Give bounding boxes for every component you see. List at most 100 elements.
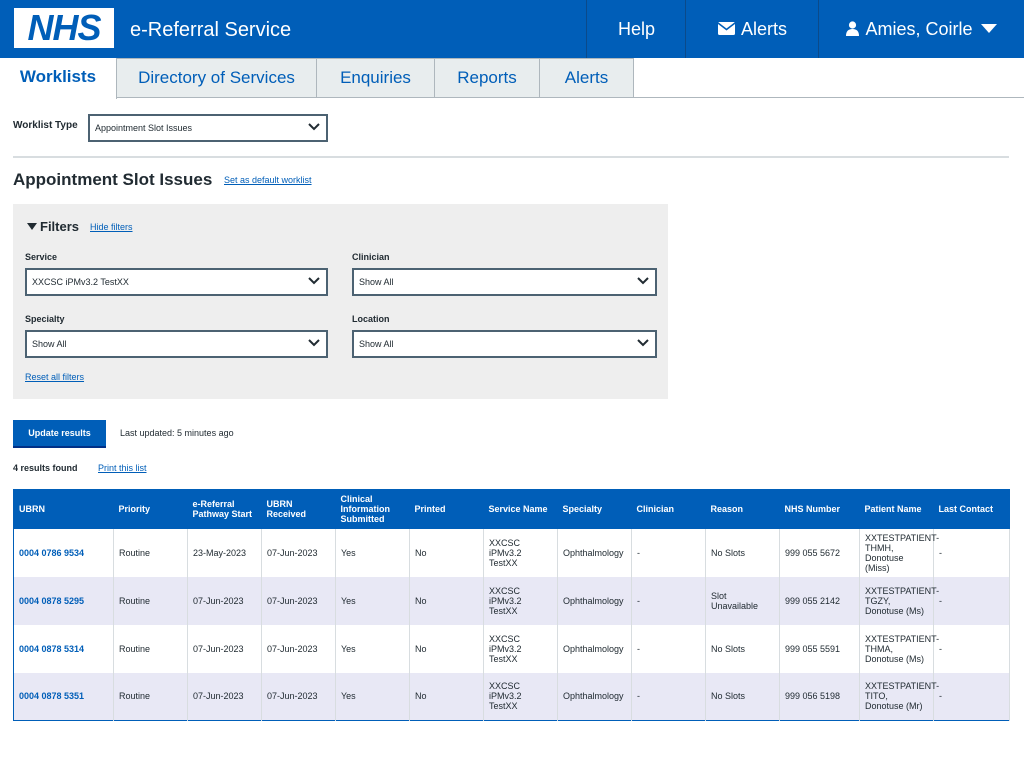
tab-alerts[interactable]: Alerts xyxy=(540,58,634,98)
location-filter-select[interactable]: Show All xyxy=(352,330,657,358)
chevron-down-icon xyxy=(308,339,320,347)
column-header-priority[interactable]: Priority xyxy=(113,489,188,529)
reset-filters-link[interactable]: Reset all filters xyxy=(25,372,84,382)
ubrn-received-cell: 07-Jun-2023 xyxy=(261,624,336,673)
specialty-filter-select[interactable]: Show All xyxy=(25,330,328,358)
ubrn-link[interactable]: 0004 0878 5314 xyxy=(13,624,114,673)
priority-cell: Routine xyxy=(113,624,188,673)
envelope-icon xyxy=(717,21,736,35)
column-header-printed[interactable]: Printed xyxy=(409,489,484,529)
clinical-info-cell: Yes xyxy=(335,672,410,721)
service-filter-value: XXCSC iPMv3.2 TestXX xyxy=(32,277,129,287)
printed-cell: No xyxy=(409,672,484,721)
nhs-logo[interactable]: NHS xyxy=(14,8,114,48)
update-results-button[interactable]: Update results xyxy=(13,420,106,448)
specialty-filter-label: Specialty xyxy=(25,314,65,324)
printed-cell: No xyxy=(409,624,484,673)
ubrn-received-cell: 07-Jun-2023 xyxy=(261,528,336,577)
service-name-cell: XXCSC iPMv3.2 TestXX xyxy=(483,528,558,577)
column-header-ubrn-received[interactable]: UBRN Received xyxy=(261,489,336,529)
section-divider xyxy=(13,156,1009,158)
clinician-filter-value: Show All xyxy=(359,277,394,287)
chevron-down-icon xyxy=(308,123,320,131)
tab-enquiries[interactable]: Enquiries xyxy=(317,58,435,98)
worklist-type-select[interactable]: Appointment Slot Issues xyxy=(88,114,328,142)
last-updated-text: Last updated: 5 minutes ago xyxy=(120,428,234,438)
ubrn-link[interactable]: 0004 0786 9534 xyxy=(13,528,114,577)
user-menu[interactable]: Amies, Coirle xyxy=(818,0,1024,58)
triangle-down-icon xyxy=(27,223,37,230)
pathway-start-cell: 07-Jun-2023 xyxy=(187,672,262,721)
specialty-cell: Ophthalmology xyxy=(557,624,632,673)
printed-cell: No xyxy=(409,528,484,577)
tab-directory-of-services[interactable]: Directory of Services xyxy=(117,58,317,98)
clinician-cell: - xyxy=(631,624,706,673)
filters-toggle[interactable]: Filters xyxy=(27,219,79,234)
column-header-clinician[interactable]: Clinician xyxy=(631,489,706,529)
column-header-reason[interactable]: Reason xyxy=(705,489,780,529)
column-header-clinical-info[interactable]: Clinical Information Submitted xyxy=(335,489,410,529)
priority-cell: Routine xyxy=(113,576,188,625)
clinician-cell: - xyxy=(631,576,706,625)
results-count: 4 results found xyxy=(13,463,78,473)
specialty-cell: Ophthalmology xyxy=(557,576,632,625)
specialty-filter-value: Show All xyxy=(32,339,67,349)
ubrn-link[interactable]: 0004 0878 5351 xyxy=(13,672,114,721)
table-row: 0004 0878 5351 Routine 07-Jun-2023 07-Ju… xyxy=(13,672,1010,721)
nhs-number-cell: 999 055 5591 xyxy=(779,624,860,673)
pathway-start-cell: 23-May-2023 xyxy=(187,528,262,577)
filters-panel: Filters Hide filters Service XXCSC iPMv3… xyxy=(13,204,668,399)
service-filter-select[interactable]: XXCSC iPMv3.2 TestXX xyxy=(25,268,328,296)
reason-cell: No Slots xyxy=(705,624,780,673)
help-button[interactable]: Help xyxy=(586,0,686,58)
reason-cell: Slot Unavailable xyxy=(705,576,780,625)
column-header-patient-name[interactable]: Patient Name xyxy=(859,489,934,529)
chevron-down-icon xyxy=(637,339,649,347)
chevron-down-icon xyxy=(637,277,649,285)
table-row: 0004 0878 5295 Routine 07-Jun-2023 07-Ju… xyxy=(13,576,1010,625)
hide-filters-link[interactable]: Hide filters xyxy=(90,222,133,232)
print-list-link[interactable]: Print this list xyxy=(98,463,147,473)
table-row: 0004 0878 5314 Routine 07-Jun-2023 07-Ju… xyxy=(13,624,1010,673)
nhs-number-cell: 999 055 2142 xyxy=(779,576,860,625)
column-header-ubrn[interactable]: UBRN xyxy=(13,489,114,529)
column-header-last-contact[interactable]: Last Contact xyxy=(933,489,1010,529)
column-header-nhs-number[interactable]: NHS Number xyxy=(779,489,860,529)
column-header-specialty[interactable]: Specialty xyxy=(557,489,632,529)
nhs-number-cell: 999 056 5198 xyxy=(779,672,860,721)
clinician-cell: - xyxy=(631,672,706,721)
ubrn-link[interactable]: 0004 0878 5295 xyxy=(13,576,114,625)
service-name-cell: XXCSC iPMv3.2 TestXX xyxy=(483,672,558,721)
patient-name-cell: XXTESTPATIENT-THMH, Donotuse (Miss) xyxy=(859,528,939,577)
last-contact-cell: - xyxy=(933,624,1010,673)
user-icon xyxy=(846,21,860,36)
header-alerts-button[interactable]: Alerts xyxy=(685,0,819,58)
service-name-cell: XXCSC iPMv3.2 TestXX xyxy=(483,624,558,673)
ubrn-received-cell: 07-Jun-2023 xyxy=(261,672,336,721)
printed-cell: No xyxy=(409,576,484,625)
user-name: Amies, Coirle xyxy=(865,19,973,39)
clinician-cell: - xyxy=(631,528,706,577)
results-table: UBRN Priority e-Referral Pathway Start U… xyxy=(13,489,1010,721)
column-header-service-name[interactable]: Service Name xyxy=(483,489,558,529)
pathway-start-cell: 07-Jun-2023 xyxy=(187,624,262,673)
worklist-type-label: Worklist Type xyxy=(13,120,78,131)
help-label: Help xyxy=(617,19,656,39)
patient-name-cell: XXTESTPATIENT-TGZY, Donotuse (Ms) xyxy=(859,576,939,625)
clinician-filter-select[interactable]: Show All xyxy=(352,268,657,296)
clinical-info-cell: Yes xyxy=(335,576,410,625)
tab-worklists[interactable]: Worklists xyxy=(0,58,117,99)
header-alerts-label: Alerts xyxy=(740,19,787,39)
tab-reports[interactable]: Reports xyxy=(435,58,540,98)
location-filter-label: Location xyxy=(352,314,390,324)
last-contact-cell: - xyxy=(933,528,1010,577)
chevron-down-icon xyxy=(308,277,320,285)
column-header-pathway-start[interactable]: e-Referral Pathway Start xyxy=(187,489,262,529)
location-filter-value: Show All xyxy=(359,339,394,349)
site-header: NHS e-Referral Service Help Alerts Amies… xyxy=(0,0,1024,58)
filters-title: Filters xyxy=(40,219,80,234)
service-filter-label: Service xyxy=(25,252,58,262)
last-contact-cell: - xyxy=(933,576,1010,625)
set-default-worklist-link[interactable]: Set as default worklist xyxy=(224,175,312,185)
patient-name-cell: XXTESTPATIENT-TITO, Donotuse (Mr) xyxy=(859,672,939,721)
